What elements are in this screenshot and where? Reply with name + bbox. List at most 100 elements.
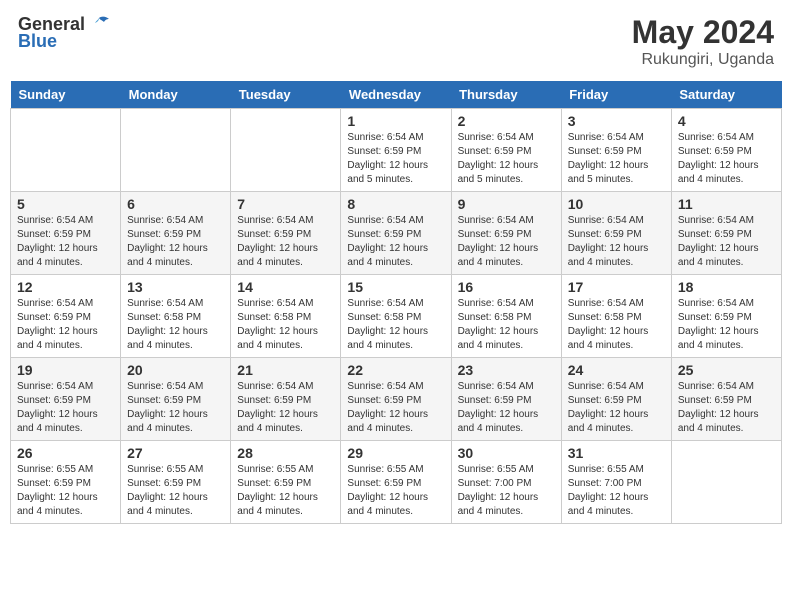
day-content: Sunrise: 6:54 AMSunset: 6:58 PMDaylight:… <box>347 297 444 353</box>
logo-blue-text: Blue <box>18 31 57 52</box>
day-content: Sunrise: 6:54 AMSunset: 6:59 PMDaylight:… <box>678 380 775 436</box>
sunrise-text: Sunrise: 6:54 AM <box>17 215 93 226</box>
day-number: 11 <box>678 196 775 212</box>
header-tuesday: Tuesday <box>231 81 341 109</box>
table-row: 5 Sunrise: 6:54 AM Sunset: 6:59 PM Daylight… <box>11 192 121 275</box>
calendar-row: 12Sunrise: 6:54 AMSunset: 6:59 PMDayligh… <box>11 275 782 358</box>
sunset-text: Sunset: 6:59 PM <box>127 229 201 240</box>
sunrise-text: Sunrise: 6:54 AM <box>347 132 423 143</box>
sunrise-text: Sunrise: 6:54 AM <box>127 298 203 309</box>
day-number: 29 <box>347 445 444 461</box>
sunrise-text: Sunrise: 6:54 AM <box>237 298 313 309</box>
table-row: 3Sunrise: 6:54 AMSunset: 6:59 PMDaylight… <box>561 109 671 192</box>
day-content: Sunrise: 6:54 AM Sunset: 6:59 PM Daylight:… <box>17 214 114 270</box>
sunrise-text: Sunrise: 6:54 AM <box>17 381 93 392</box>
sunset-text: Sunset: 6:59 PM <box>17 229 91 240</box>
daylight-text: Daylight: 12 hours and 4 minutes. <box>127 409 208 434</box>
daylight-text: Daylight: 12 hours and 4 minutes. <box>678 160 759 185</box>
daylight-text: Daylight: 12 hours and 4 minutes. <box>127 243 208 268</box>
daylight-text: Daylight: 12 hours and 4 minutes. <box>237 243 318 268</box>
day-number: 8 <box>347 196 444 212</box>
day-content: Sunrise: 6:54 AMSunset: 6:59 PMDaylight:… <box>568 214 665 270</box>
sunset-text: Sunset: 6:59 PM <box>127 395 201 406</box>
day-content: Sunrise: 6:54 AMSunset: 6:59 PMDaylight:… <box>678 214 775 270</box>
day-number: 9 <box>458 196 555 212</box>
header-friday: Friday <box>561 81 671 109</box>
daylight-text: Daylight: 12 hours and 4 minutes. <box>347 243 428 268</box>
sunset-text: Sunset: 7:00 PM <box>568 478 642 489</box>
day-content: Sunrise: 6:54 AMSunset: 6:59 PMDaylight:… <box>568 131 665 187</box>
table-row <box>231 109 341 192</box>
sunrise-text: Sunrise: 6:54 AM <box>568 381 644 392</box>
day-number: 12 <box>17 279 114 295</box>
day-content: Sunrise: 6:54 AMSunset: 6:59 PMDaylight:… <box>458 214 555 270</box>
table-row: 30Sunrise: 6:55 AMSunset: 7:00 PMDayligh… <box>451 441 561 524</box>
sunset-text: Sunset: 6:59 PM <box>17 312 91 323</box>
daylight-text: Daylight: 12 hours and 4 minutes. <box>347 326 428 351</box>
table-row: 23Sunrise: 6:54 AMSunset: 6:59 PMDayligh… <box>451 358 561 441</box>
sunset-text: Sunset: 6:59 PM <box>568 395 642 406</box>
sunrise-text: Sunrise: 6:54 AM <box>458 132 534 143</box>
day-content: Sunrise: 6:54 AMSunset: 6:59 PMDaylight:… <box>347 131 444 187</box>
sunset-text: Sunset: 6:58 PM <box>568 312 642 323</box>
table-row: 2Sunrise: 6:54 AMSunset: 6:59 PMDaylight… <box>451 109 561 192</box>
day-content: Sunrise: 6:54 AMSunset: 6:59 PMDaylight:… <box>568 380 665 436</box>
day-content: Sunrise: 6:54 AMSunset: 6:59 PMDaylight:… <box>347 214 444 270</box>
header-monday: Monday <box>121 81 231 109</box>
daylight-text: Daylight: 12 hours and 4 minutes. <box>127 492 208 517</box>
table-row: 21Sunrise: 6:54 AMSunset: 6:59 PMDayligh… <box>231 358 341 441</box>
day-content: Sunrise: 6:55 AM Sunset: 7:00 PM Daylight:… <box>568 463 665 519</box>
daylight-text: Daylight: 12 hours and 4 minutes. <box>17 243 98 268</box>
day-content: Sunrise: 6:54 AMSunset: 6:59 PMDaylight:… <box>127 380 224 436</box>
sunset-text: Sunset: 6:59 PM <box>568 146 642 157</box>
day-number: 6 <box>127 196 224 212</box>
sunset-text: Sunset: 6:59 PM <box>347 146 421 157</box>
day-number: 24 <box>568 362 665 378</box>
daylight-text: Daylight: 12 hours and 4 minutes. <box>568 492 649 517</box>
daylight-text: Daylight: 12 hours and 4 minutes. <box>458 243 539 268</box>
day-number: 19 <box>17 362 114 378</box>
table-row: 20Sunrise: 6:54 AMSunset: 6:59 PMDayligh… <box>121 358 231 441</box>
day-content: Sunrise: 6:55 AMSunset: 6:59 PMDaylight:… <box>127 463 224 519</box>
day-number: 7 <box>237 196 334 212</box>
sunset-text: Sunset: 6:59 PM <box>127 478 201 489</box>
day-number: 3 <box>568 113 665 129</box>
calendar-row: 19Sunrise: 6:54 AMSunset: 6:59 PMDayligh… <box>11 358 782 441</box>
day-number: 5 <box>17 196 114 212</box>
sunrise-text: Sunrise: 6:54 AM <box>458 381 534 392</box>
sunrise-text: Sunrise: 6:54 AM <box>127 215 203 226</box>
sunset-text: Sunset: 6:59 PM <box>17 395 91 406</box>
sunset-text: Sunset: 6:59 PM <box>347 478 421 489</box>
sunrise-text: Sunrise: 6:54 AM <box>568 132 644 143</box>
day-content: Sunrise: 6:54 AMSunset: 6:59 PMDaylight:… <box>678 297 775 353</box>
calendar-row: 5 Sunrise: 6:54 AM Sunset: 6:59 PM Daylight… <box>11 192 782 275</box>
sunset-text: Sunset: 6:59 PM <box>678 229 752 240</box>
calendar-row: 26Sunrise: 6:55 AMSunset: 6:59 PMDayligh… <box>11 441 782 524</box>
daylight-text: Daylight: 12 hours and 4 minutes. <box>458 409 539 434</box>
day-content: Sunrise: 6:55 AMSunset: 6:59 PMDaylight:… <box>237 463 334 519</box>
table-row <box>671 441 781 524</box>
sunset-text: Sunset: 6:59 PM <box>568 229 642 240</box>
table-row: 13Sunrise: 6:54 AMSunset: 6:58 PMDayligh… <box>121 275 231 358</box>
table-row: 19Sunrise: 6:54 AMSunset: 6:59 PMDayligh… <box>11 358 121 441</box>
day-number: 18 <box>678 279 775 295</box>
sunset-text: Sunset: 6:59 PM <box>678 395 752 406</box>
sunset-text: Sunset: 6:58 PM <box>458 312 532 323</box>
table-row: 29Sunrise: 6:55 AMSunset: 6:59 PMDayligh… <box>341 441 451 524</box>
daylight-text: Daylight: 12 hours and 4 minutes. <box>237 492 318 517</box>
daylight-text: Daylight: 12 hours and 4 minutes. <box>678 243 759 268</box>
table-row: 31Sunrise: 6:55 AMSunset: 7:00 PMDayligh… <box>561 441 671 524</box>
day-content: Sunrise: 6:54 AMSunset: 6:59 PMDaylight:… <box>678 131 775 187</box>
sunrise-text: Sunrise: 6:54 AM <box>678 298 754 309</box>
sunrise-text: Sunrise: 6:54 AM <box>458 298 534 309</box>
header-saturday: Saturday <box>671 81 781 109</box>
day-number: 25 <box>678 362 775 378</box>
table-row: 1Sunrise: 6:54 AMSunset: 6:59 PMDaylight… <box>341 109 451 192</box>
table-row: 6 Sunrise: 6:54 AM Sunset: 6:59 PM Daylight… <box>121 192 231 275</box>
sunset-text: Sunset: 6:59 PM <box>678 146 752 157</box>
day-number: 4 <box>678 113 775 129</box>
sunset-text: Sunset: 6:59 PM <box>237 478 311 489</box>
header-wednesday: Wednesday <box>341 81 451 109</box>
sunrise-text: Sunrise: 6:55 AM <box>568 464 644 475</box>
day-content: Sunrise: 6:55 AMSunset: 6:59 PMDaylight:… <box>17 463 114 519</box>
